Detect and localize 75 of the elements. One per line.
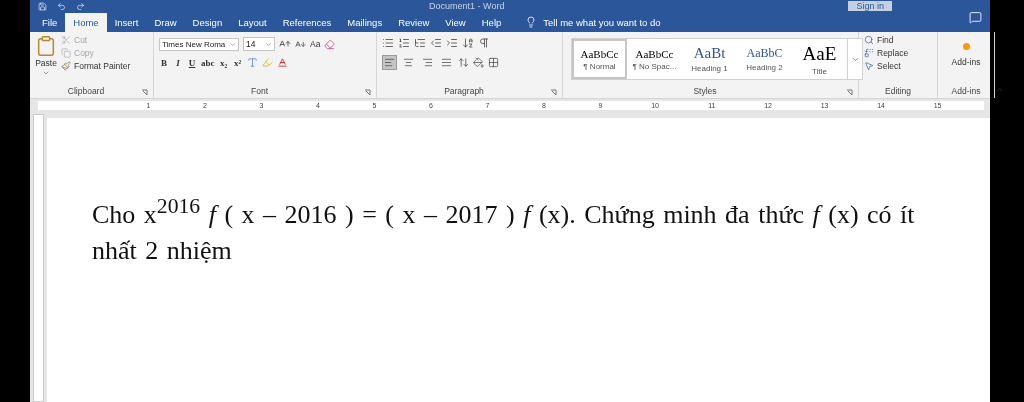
text-effects-icon[interactable] [246,57,258,68]
dialog-launcher-icon[interactable] [364,88,371,96]
group-label: Add-ins [950,86,982,98]
ribbon-tab[interactable]: Draw [146,13,185,32]
replace-icon[interactable] [864,48,874,58]
font-name-field[interactable]: Times New Roma [159,37,239,51]
ribbon-tab[interactable]: Home [65,13,107,32]
ribbon-tab[interactable]: File [34,13,66,32]
dialog-launcher-icon[interactable] [846,88,853,96]
align-button[interactable] [382,55,397,70]
ribbon-tab[interactable]: Layout [230,13,275,32]
paste-button[interactable]: Paste [35,35,57,86]
dialog-launcher-icon[interactable] [550,88,557,96]
shrink-font-icon[interactable] [295,38,306,50]
undo-icon[interactable] [57,1,66,11]
ribbon-tab[interactable]: Design [184,13,231,32]
select-button[interactable]: Select [864,61,932,71]
multilevel-list-icon[interactable] [414,37,426,49]
group-label: Font [250,86,269,98]
style-item[interactable]: AaBt Heading 1 [682,39,737,79]
add-ins-button[interactable]: Add-ins [943,35,989,86]
font-style-button[interactable]: abc [201,57,215,68]
caret-icon[interactable] [229,40,236,48]
find-button[interactable]: Find [864,35,932,45]
pointer-icon[interactable] [864,61,874,71]
search-icon[interactable] [864,35,874,45]
font-style-button[interactable]: I [173,57,183,68]
decrease-indent-icon[interactable] [430,37,442,49]
ribbon-tab[interactable]: View [437,13,474,32]
caret-icon[interactable] [42,69,50,77]
style-item[interactable]: AaE Title [792,39,847,79]
group-label: Editing [884,86,912,98]
increase-indent-icon[interactable] [446,37,458,49]
ribbon-tab[interactable]: Help [473,13,510,32]
add-ins-icon [962,43,970,50]
ribbon-tab[interactable]: Mailings [339,13,391,32]
shading-icon[interactable] [473,57,484,68]
sort-icon[interactable] [462,37,474,49]
eraser-icon[interactable] [324,38,336,50]
font-style-button[interactable]: x₂ [218,57,229,68]
redo-icon[interactable] [76,1,85,11]
change-case-button[interactable]: Aa [310,39,321,49]
font-color-icon[interactable] [276,57,288,68]
paintbrush-icon[interactable] [61,61,71,71]
ribbon-tab[interactable]: Review [390,13,438,32]
style-item[interactable]: AaBbCc ¶ Normal [572,39,627,79]
lightbulb-icon[interactable] [525,16,538,28]
font-style-button[interactable]: x² [232,57,243,68]
borders-icon[interactable] [488,57,499,68]
window-title: Document1 - Word [429,1,505,11]
dialog-launcher-icon[interactable] [141,88,148,96]
group-label: Styles [692,86,718,98]
document-paragraph: Cho x$^{2016}$ f ( x – 2016 ) = ( x – 2017 ) f (x). Chứng minh đa thức f (x) có ít nhất 2 nhiệm [92,193,916,267]
caret-icon[interactable] [265,40,272,48]
bullets-icon[interactable] [382,37,394,49]
group-label: Paragraph [443,86,485,98]
comment-icon[interactable] [969,11,982,24]
save-icon[interactable] [38,1,47,11]
numbering-icon[interactable] [398,37,410,49]
font-style-button[interactable]: B [159,57,169,68]
ribbon-tab[interactable]: References [274,13,340,32]
tell-me-search[interactable]: Tell me what you want to do [543,16,661,28]
replace-button[interactable]: Replace [864,48,932,58]
group-label: Clipboard [66,86,106,98]
pilcrow-icon[interactable] [478,37,490,49]
style-item[interactable]: AaBbCc ¶ No Spac... [627,39,682,79]
grow-font-icon[interactable] [279,38,291,50]
ribbon-tab[interactable]: Insert [106,13,147,32]
clipboard-icon[interactable] [35,35,57,57]
painter-button[interactable]: Format Painter [61,61,131,71]
font-size-field[interactable]: 14 [243,37,275,51]
sign-in-button[interactable]: Sign in [848,1,892,11]
font-style-button[interactable]: U [187,57,197,68]
style-item[interactable]: AaBbC Heading 2 [737,39,792,79]
line-spacing-icon[interactable] [458,57,469,68]
